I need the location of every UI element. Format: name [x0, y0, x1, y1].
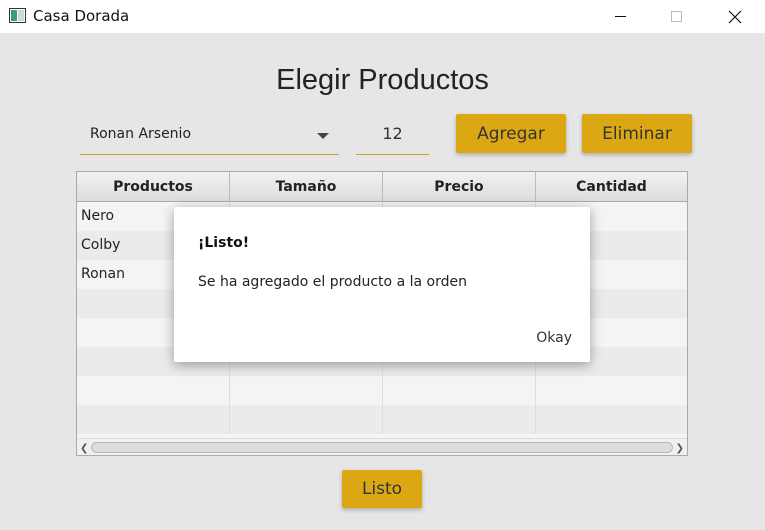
- table-cell: [536, 405, 687, 434]
- close-button[interactable]: [712, 0, 758, 33]
- confirmation-dialog: ¡Listo! Se ha agregado el producto a la …: [174, 207, 590, 362]
- maximize-button[interactable]: [653, 0, 699, 33]
- app-icon: [9, 8, 26, 23]
- product-combobox[interactable]: Ronan Arsenio: [80, 117, 339, 155]
- table-cell: [230, 376, 383, 405]
- horizontal-scrollbar[interactable]: ❮ ❯: [77, 438, 687, 455]
- column-header-cantidad[interactable]: Cantidad: [536, 172, 687, 202]
- window-titlebar: Casa Dorada: [0, 0, 765, 33]
- column-header-tamano[interactable]: Tamaño: [230, 172, 383, 202]
- table-row[interactable]: [77, 376, 687, 405]
- minimize-button[interactable]: [597, 0, 643, 33]
- table-cell: [230, 405, 383, 434]
- scrollbar-thumb[interactable]: [91, 442, 673, 453]
- remove-button[interactable]: Eliminar: [582, 114, 692, 153]
- maximize-icon: [670, 11, 682, 22]
- dialog-message: Se ha agregado el producto a la orden: [198, 274, 467, 290]
- page-title: Elegir Productos: [276, 64, 489, 96]
- quantity-field[interactable]: 12: [356, 117, 429, 155]
- okay-button[interactable]: Okay: [536, 330, 572, 346]
- table-cell: [383, 376, 536, 405]
- close-icon: [728, 10, 742, 23]
- chevron-left-icon[interactable]: ❮: [80, 443, 88, 454]
- column-header-precio[interactable]: Precio: [383, 172, 536, 202]
- table-row[interactable]: [77, 405, 687, 434]
- table-cell: [536, 376, 687, 405]
- product-combobox-value: Ronan Arsenio: [90, 126, 192, 142]
- window-title: Casa Dorada: [33, 7, 130, 25]
- chevron-down-icon: [317, 133, 329, 139]
- add-button[interactable]: Agregar: [456, 114, 566, 153]
- table-cell: [383, 405, 536, 434]
- done-button[interactable]: Listo: [342, 470, 422, 508]
- table-cell: [77, 376, 230, 405]
- chevron-right-icon[interactable]: ❯: [676, 443, 684, 454]
- table-cell: [77, 405, 230, 434]
- column-header-productos[interactable]: Productos: [77, 172, 230, 202]
- table-header: Productos Tamaño Precio Cantidad: [77, 172, 687, 202]
- minimize-icon: [614, 16, 626, 17]
- dialog-title: ¡Listo!: [198, 235, 250, 251]
